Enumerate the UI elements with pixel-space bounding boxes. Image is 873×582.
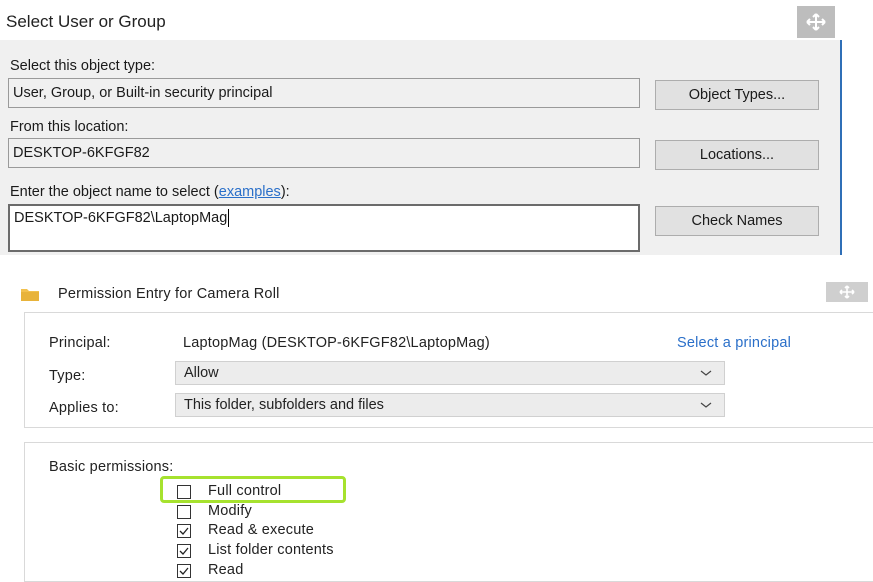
object-type-field: User, Group, or Built-in security princi… xyxy=(8,78,640,108)
examples-link[interactable]: examples xyxy=(219,184,281,200)
locations-button[interactable]: Locations... xyxy=(655,140,819,170)
read-execute-checkbox[interactable] xyxy=(177,524,191,538)
select-user-or-group-dialog: Select User or Group Select this object … xyxy=(0,0,873,255)
text-cursor xyxy=(228,209,230,228)
folder-icon xyxy=(21,289,39,301)
dialog-title: Select User or Group xyxy=(6,12,166,31)
principal-panel: Principal: LaptopMag (DESKTOP-6KFGF82\La… xyxy=(24,312,873,428)
object-types-button[interactable]: Object Types... xyxy=(655,80,819,110)
move-arrows-icon xyxy=(839,285,855,299)
dialog-body: Select this object type: User, Group, or… xyxy=(0,40,842,255)
location-label: From this location: xyxy=(10,119,129,135)
move-window-button[interactable] xyxy=(826,282,868,302)
basic-permissions-label: Basic permissions: xyxy=(49,459,174,475)
chevron-down-icon xyxy=(700,370,712,376)
list-folder-contents-label: List folder contents xyxy=(208,542,334,558)
modify-checkbox[interactable] xyxy=(177,505,191,519)
modify-label: Modify xyxy=(208,503,252,519)
check-names-button[interactable]: Check Names xyxy=(655,206,819,236)
read-label: Read xyxy=(208,562,244,578)
move-arrows-icon xyxy=(806,13,826,31)
enter-name-label: Enter the object name to select (example… xyxy=(10,184,290,200)
move-window-button[interactable] xyxy=(797,6,835,38)
chevron-down-icon xyxy=(700,402,712,408)
checkmark-icon xyxy=(179,567,189,575)
applies-to-dropdown-value: This folder, subfolders and files xyxy=(184,397,384,413)
applies-to-label: Applies to: xyxy=(49,400,119,416)
read-checkbox[interactable] xyxy=(177,564,191,578)
dialog-title: Permission Entry for Camera Roll xyxy=(58,286,280,302)
type-dropdown-value: Allow xyxy=(184,365,219,381)
full-control-label: Full control xyxy=(208,483,282,499)
type-label: Type: xyxy=(49,368,86,384)
principal-label: Principal: xyxy=(49,335,111,351)
location-field: DESKTOP-6KFGF82 xyxy=(8,138,640,168)
checkmark-icon xyxy=(179,547,189,555)
principal-value: LaptopMag (DESKTOP-6KFGF82\LaptopMag) xyxy=(183,335,490,351)
object-name-value: DESKTOP-6KFGF82\LaptopMag xyxy=(14,210,228,226)
object-type-label: Select this object type: xyxy=(10,58,156,74)
full-control-checkbox[interactable] xyxy=(177,485,191,499)
applies-to-dropdown[interactable]: This folder, subfolders and files xyxy=(175,393,725,417)
object-name-input[interactable]: DESKTOP-6KFGF82\LaptopMag xyxy=(8,204,640,252)
permissions-panel: Basic permissions: Full control Modify R… xyxy=(24,442,873,582)
read-execute-label: Read & execute xyxy=(208,522,314,538)
permission-entry-dialog: Permission Entry for Camera Roll Princip… xyxy=(0,268,873,582)
type-dropdown[interactable]: Allow xyxy=(175,361,725,385)
list-folder-contents-checkbox[interactable] xyxy=(177,544,191,558)
enter-name-label-suffix: ): xyxy=(280,184,290,200)
select-principal-link[interactable]: Select a principal xyxy=(677,335,791,351)
checkmark-icon xyxy=(179,527,189,535)
enter-name-label-prefix: Enter the object name to select ( xyxy=(10,184,219,200)
